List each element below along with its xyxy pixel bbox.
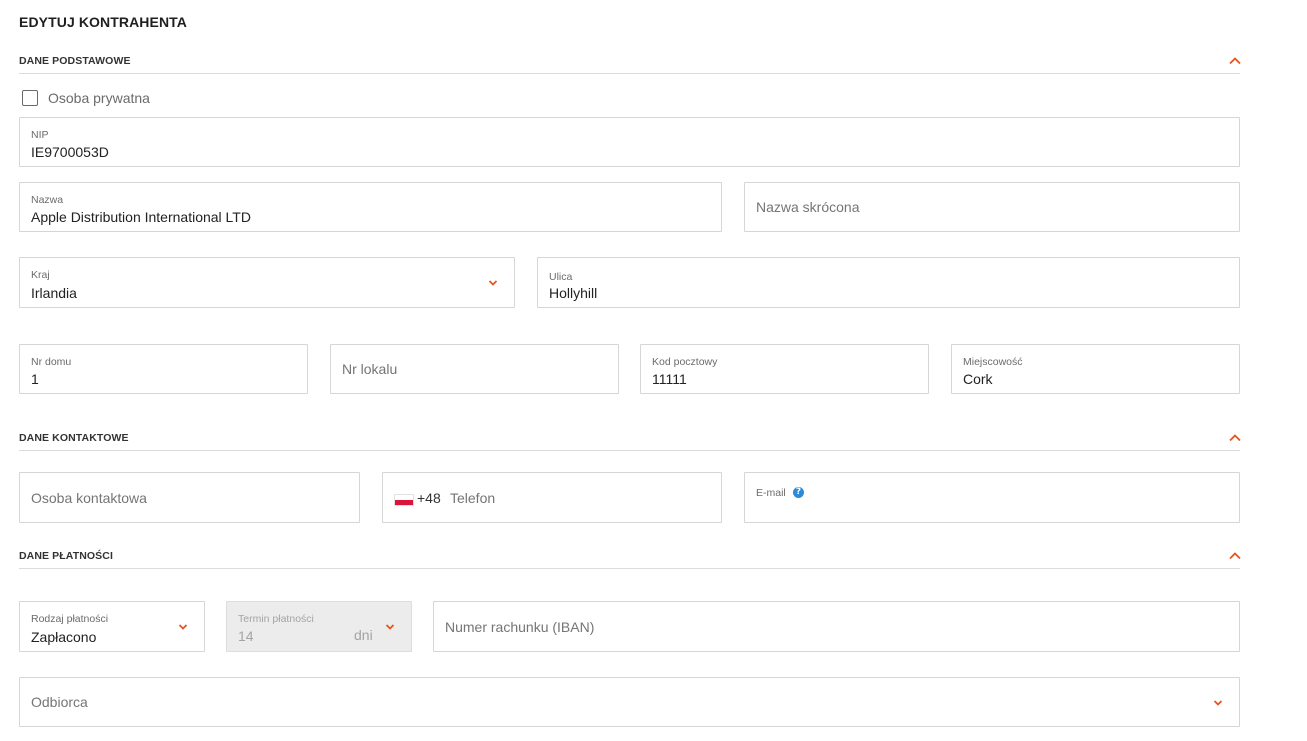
recipient-placeholder: Odbiorca [31, 694, 88, 710]
payment-term-unit: dni [354, 627, 373, 643]
poland-flag-icon[interactable] [394, 494, 414, 506]
payment-type-label: Rodzaj płatności [31, 613, 109, 625]
postal-code-field[interactable]: Kod pocztowy 11111 [640, 344, 929, 394]
name-label: Nazwa [31, 194, 64, 206]
house-number-value: 1 [31, 371, 39, 387]
house-number-label: Nr domu [31, 356, 72, 368]
section-divider [19, 73, 1240, 74]
short-name-placeholder: Nazwa skrócona [756, 199, 860, 215]
chevron-down-icon [487, 278, 499, 288]
iban-field[interactable]: Numer rachunku (IBAN) [433, 601, 1240, 652]
section-divider [19, 450, 1240, 451]
chevron-down-icon [384, 622, 396, 632]
chevron-up-icon[interactable] [1228, 432, 1242, 444]
nip-field[interactable]: NIP IE9700053D [19, 117, 1240, 167]
city-field[interactable]: Miejscowość Cork [951, 344, 1240, 394]
page-title: EDYTUJ KONTRAHENTA [19, 14, 187, 30]
country-label: Kraj [31, 269, 50, 281]
section-title-contact: DANE KONTAKTOWE [19, 432, 129, 444]
payment-type-value: Zapłacono [31, 629, 97, 645]
nip-value: IE9700053D [31, 144, 109, 160]
short-name-field[interactable]: Nazwa skrócona [744, 182, 1240, 232]
country-select[interactable]: Kraj Irlandia [19, 257, 515, 308]
contact-person-placeholder: Osoba kontaktowa [31, 489, 147, 506]
city-value: Cork [963, 371, 993, 387]
chevron-up-icon[interactable] [1228, 55, 1242, 67]
email-label: E-mail [756, 487, 786, 499]
nip-label: NIP [31, 129, 49, 141]
postal-code-label: Kod pocztowy [652, 356, 718, 368]
payment-type-select[interactable]: Rodzaj płatności Zapłacono [19, 601, 205, 652]
private-person-checkbox[interactable] [22, 90, 38, 106]
unit-number-placeholder: Nr lokalu [342, 361, 398, 377]
postal-code-value: 11111 [652, 371, 687, 387]
city-label: Miejscowość [963, 356, 1023, 368]
name-field[interactable]: Nazwa Apple Distribution International L… [19, 182, 722, 232]
payment-term-label: Termin płatności [238, 613, 314, 625]
street-field[interactable]: Ulica Hollyhill [537, 257, 1240, 308]
street-value: Hollyhill [549, 285, 598, 301]
email-field[interactable]: E-mail ? [744, 472, 1240, 523]
payment-term-select: Termin płatności 14 dni [226, 601, 412, 652]
house-number-field[interactable]: Nr domu 1 [19, 344, 308, 394]
phone-country-code[interactable]: +48 [417, 490, 441, 506]
payment-term-value: 14 [238, 628, 254, 644]
chevron-down-icon [177, 622, 189, 632]
phone-field[interactable]: +48 Telefon [382, 472, 722, 523]
contact-person-field[interactable]: Osoba kontaktowa [19, 472, 360, 523]
country-value: Irlandia [31, 285, 77, 301]
street-label: Ulica [549, 271, 573, 283]
unit-number-field[interactable]: Nr lokalu [330, 344, 619, 394]
section-title-basic: DANE PODSTAWOWE [19, 55, 131, 67]
recipient-select[interactable]: Odbiorca [19, 677, 1240, 727]
iban-placeholder: Numer rachunku (IBAN) [445, 618, 595, 635]
chevron-down-icon [1212, 698, 1224, 708]
section-title-payment: DANE PŁATNOŚCI [19, 550, 113, 562]
chevron-up-icon[interactable] [1228, 550, 1242, 562]
private-person-label: Osoba prywatna [48, 90, 150, 106]
section-divider [19, 568, 1240, 569]
name-value: Apple Distribution International LTD [31, 209, 251, 225]
help-icon[interactable]: ? [793, 487, 804, 498]
phone-placeholder: Telefon [450, 490, 496, 506]
